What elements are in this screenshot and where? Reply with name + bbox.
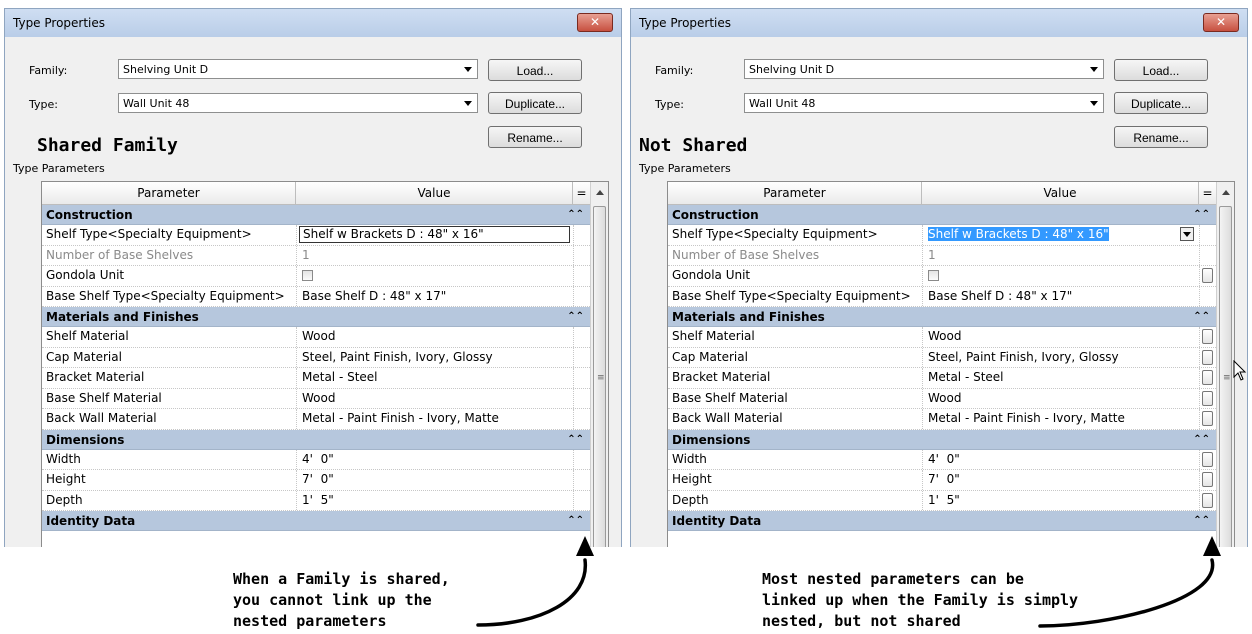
arrow-left	[476, 558, 587, 627]
arrow-right	[1038, 558, 1215, 628]
annotation-arrows	[476, 536, 1221, 628]
arrowhead-right-icon	[1203, 536, 1221, 556]
arrowhead-left-icon	[576, 536, 594, 556]
